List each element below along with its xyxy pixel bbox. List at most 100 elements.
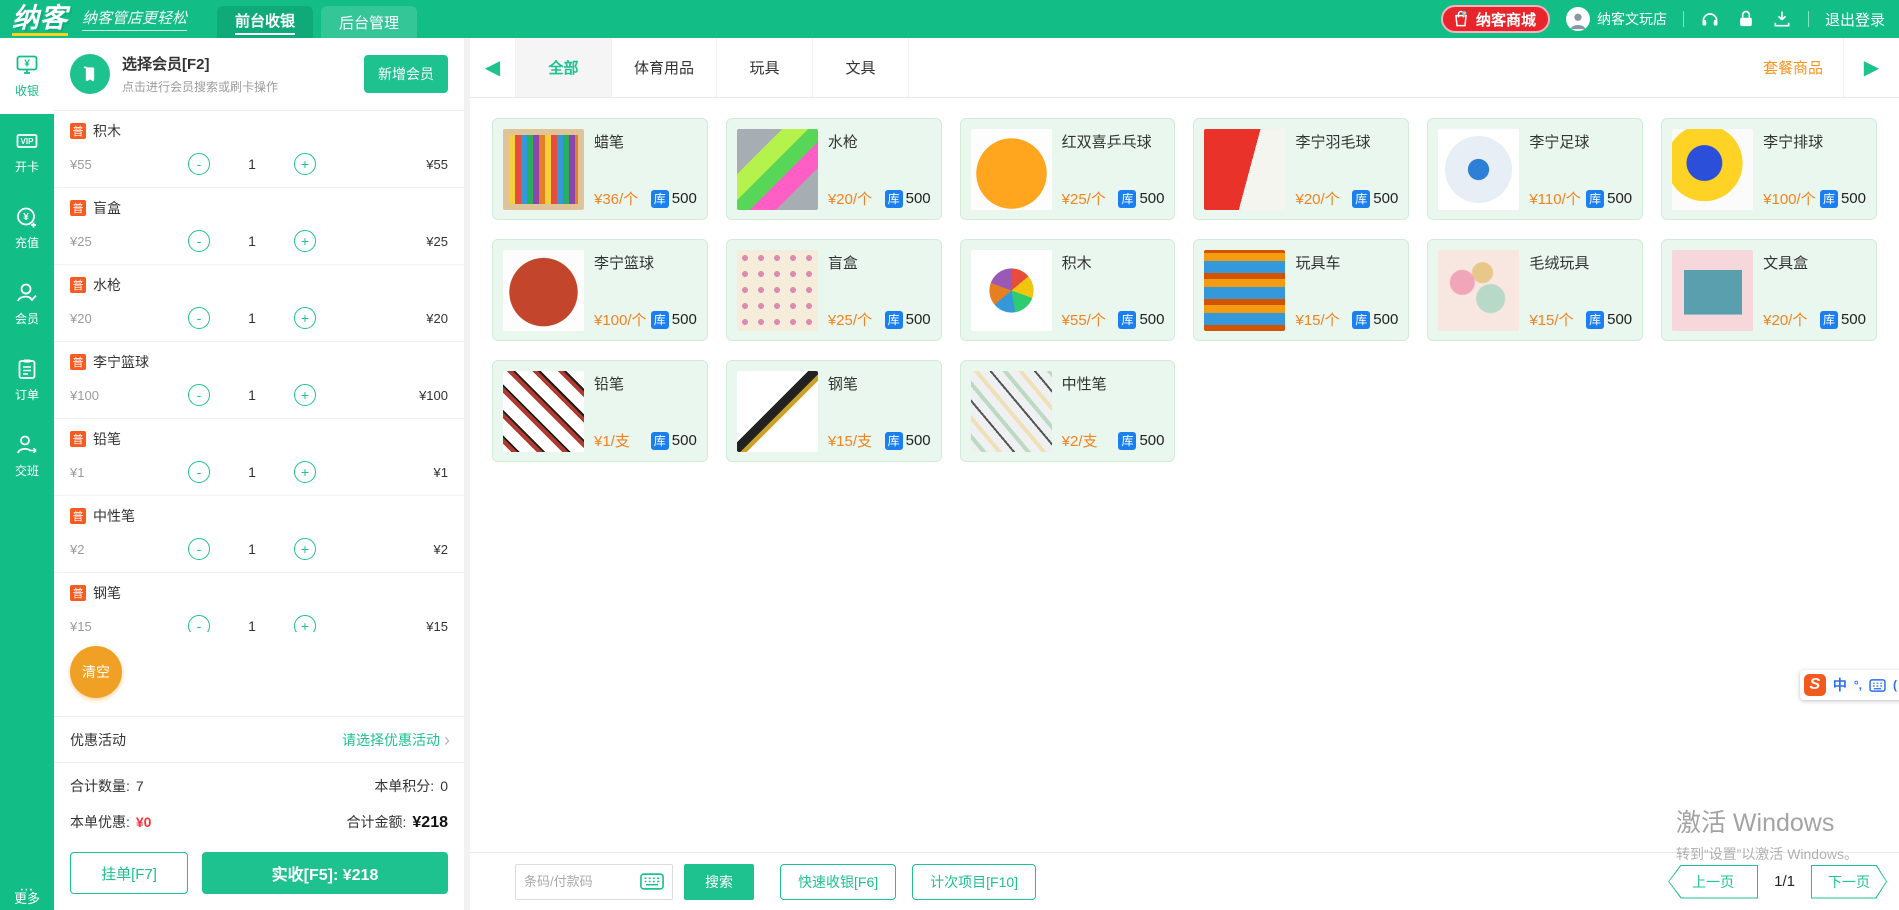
prev-page-button[interactable]: 上一页 — [1668, 865, 1758, 899]
hold-order-button[interactable]: 挂单[F7] — [70, 852, 188, 894]
plus-button[interactable]: + — [294, 153, 316, 175]
product-image — [503, 250, 584, 331]
search-button[interactable]: 搜索 — [684, 864, 754, 900]
normal-product-badge: 普 — [70, 354, 86, 370]
minus-button[interactable]: - — [188, 461, 210, 483]
product-name: 李宁篮球 — [594, 252, 697, 273]
plus-button[interactable]: + — [294, 615, 316, 632]
product-price: ¥110/个 — [1529, 188, 1580, 209]
member-select-header[interactable]: 选择会员[F2] 点击进行会员搜索或刷卡操作 新增会员 — [54, 38, 464, 111]
combo-products-link[interactable]: 套餐商品 — [1763, 38, 1843, 97]
product-card[interactable]: 玩具车 ¥15/个 库 500 — [1193, 239, 1409, 341]
ime-keyboard-icon[interactable] — [1869, 679, 1886, 692]
ime-language-toggle[interactable]: 中 — [1833, 670, 1847, 700]
product-card[interactable]: 蜡笔 ¥36/个 库 500 — [492, 118, 708, 220]
product-name: 钢笔 — [828, 373, 931, 394]
add-member-button[interactable]: 新增会员 — [364, 55, 448, 93]
headset-icon[interactable] — [1700, 9, 1720, 29]
product-name: 李宁足球 — [1529, 131, 1632, 152]
cart-item[interactable]: 普 中性笔 ¥2 - 1 + ¥2 — [54, 496, 464, 573]
product-card[interactable]: 李宁篮球 ¥100/个 库 500 — [492, 239, 708, 341]
sidebar-item-cashier[interactable]: ¥ 收银 — [0, 38, 54, 114]
cart-item[interactable]: 普 积木 ¥55 - 1 + ¥55 — [54, 111, 464, 188]
product-card[interactable]: 红双喜乒乓球 ¥25/个 库 500 — [960, 118, 1176, 220]
category-tab[interactable]: 玩具 — [717, 38, 813, 97]
keyboard-icon[interactable] — [640, 873, 664, 890]
category-tab[interactable]: 体育用品 — [612, 38, 717, 97]
sidebar-item-more[interactable]: ⋯ 更多 — [0, 884, 54, 904]
product-card[interactable]: 盲盒 ¥25/个 库 500 — [726, 239, 942, 341]
sidebar-item-recharge[interactable]: ¥ 充值 — [0, 190, 54, 266]
cart-item[interactable]: 普 李宁篮球 ¥100 - 1 + ¥100 — [54, 342, 464, 419]
product-card[interactable]: 积木 ¥55/个 库 500 — [960, 239, 1176, 341]
product-card[interactable]: 李宁足球 ¥110/个 库 500 — [1427, 118, 1643, 220]
lock-icon[interactable] — [1736, 9, 1756, 29]
next-page-button[interactable]: 下一页 — [1811, 865, 1887, 899]
minus-button[interactable]: - — [188, 615, 210, 632]
tab-front-cashier[interactable]: 前台收银 — [217, 6, 313, 38]
product-name: 李宁羽毛球 — [1295, 131, 1398, 152]
plus-button[interactable]: + — [294, 230, 316, 252]
cart-item[interactable]: 普 盲盒 ¥25 - 1 + ¥25 — [54, 188, 464, 265]
cart-item[interactable]: 普 铅笔 ¥1 - 1 + ¥1 — [54, 419, 464, 496]
ime-punctuation-toggle[interactable]: °, — [1854, 670, 1862, 700]
category-tab[interactable]: 全部 — [516, 38, 612, 97]
sidebar-item-vip-card[interactable]: VIP 开卡 — [0, 114, 54, 190]
stock-badge: 库 — [1118, 432, 1136, 450]
product-price: ¥55/个 — [1062, 309, 1106, 330]
sidebar-item-shift[interactable]: 交班 — [0, 418, 54, 494]
topbar-right: 纳客商城 纳客文玩店 — [1441, 5, 1899, 33]
checkout-button[interactable]: 实收[F5]: ¥218 — [202, 852, 448, 894]
minus-button[interactable]: - — [188, 307, 210, 329]
count-item-button[interactable]: 计次项目[F10] — [912, 864, 1036, 900]
promo-activity-row[interactable]: 优惠活动 请选择优惠活动 › — [54, 716, 464, 763]
logout-button[interactable]: 退出登录 — [1825, 9, 1885, 30]
stock-count: 500 — [906, 190, 931, 207]
cart-item[interactable]: 普 水枪 ¥20 - 1 + ¥20 — [54, 265, 464, 342]
clear-cart-button[interactable]: 清空 — [70, 646, 122, 698]
download-icon[interactable] — [1772, 9, 1792, 29]
product-card[interactable]: 李宁羽毛球 ¥20/个 库 500 — [1193, 118, 1409, 220]
minus-button[interactable]: - — [188, 153, 210, 175]
plus-button[interactable]: + — [294, 307, 316, 329]
category-scroll-left-icon[interactable]: ◀ — [470, 38, 516, 97]
sidebar-item-members[interactable]: 会员 — [0, 266, 54, 342]
divider — [1683, 11, 1684, 27]
plus-button[interactable]: + — [294, 538, 316, 560]
sogou-logo-icon[interactable]: S — [1804, 674, 1826, 696]
minus-button[interactable]: - — [188, 230, 210, 252]
tab-backend-admin[interactable]: 后台管理 — [321, 6, 417, 38]
barcode-input[interactable] — [524, 874, 640, 889]
product-card[interactable]: 文具盒 ¥20/个 库 500 — [1661, 239, 1877, 341]
product-price: ¥100/个 — [594, 309, 647, 330]
category-tab[interactable]: 文具 — [813, 38, 909, 97]
plus-button[interactable]: + — [294, 384, 316, 406]
product-card[interactable]: 李宁排球 ¥100/个 库 500 — [1661, 118, 1877, 220]
stock-badge: 库 — [1586, 190, 1604, 208]
plus-button[interactable]: + — [294, 461, 316, 483]
stock-count: 500 — [1841, 190, 1866, 207]
mall-badge[interactable]: 纳客商城 — [1441, 5, 1550, 33]
product-card[interactable]: 毛绒玩具 ¥15/个 库 500 — [1427, 239, 1643, 341]
product-name: 水枪 — [828, 131, 931, 152]
minus-button[interactable]: - — [188, 384, 210, 406]
sidebar-item-orders[interactable]: 订单 — [0, 342, 54, 418]
ime-more[interactable]: ( — [1893, 670, 1897, 700]
product-card[interactable]: 钢笔 ¥15/支 库 500 — [726, 360, 942, 462]
ime-toolbar[interactable]: S 中 °, ( — [1800, 670, 1899, 700]
cart-item-total: ¥1 — [316, 465, 448, 480]
product-card[interactable]: 铅笔 ¥1/支 库 500 — [492, 360, 708, 462]
total-qty-value: 7 — [136, 778, 144, 794]
promo-select-link[interactable]: 请选择优惠活动 — [342, 730, 440, 750]
category-scroll-right-icon[interactable]: ▶ — [1843, 38, 1899, 97]
quantity-stepper: - 1 + — [188, 538, 316, 560]
stock-count: 500 — [1139, 190, 1164, 207]
store-account[interactable]: 纳客文玩店 — [1566, 7, 1667, 31]
minus-button[interactable]: - — [188, 538, 210, 560]
stock-count: 500 — [906, 311, 931, 328]
quick-cashier-button[interactable]: 快速收银[F6] — [780, 864, 896, 900]
product-card[interactable]: 中性笔 ¥2/支 库 500 — [960, 360, 1176, 462]
cart-item[interactable]: 普 钢笔 ¥15 - 1 + ¥15 — [54, 573, 464, 632]
product-card[interactable]: 水枪 ¥20/个 库 500 — [726, 118, 942, 220]
quantity-value: 1 — [248, 464, 256, 480]
